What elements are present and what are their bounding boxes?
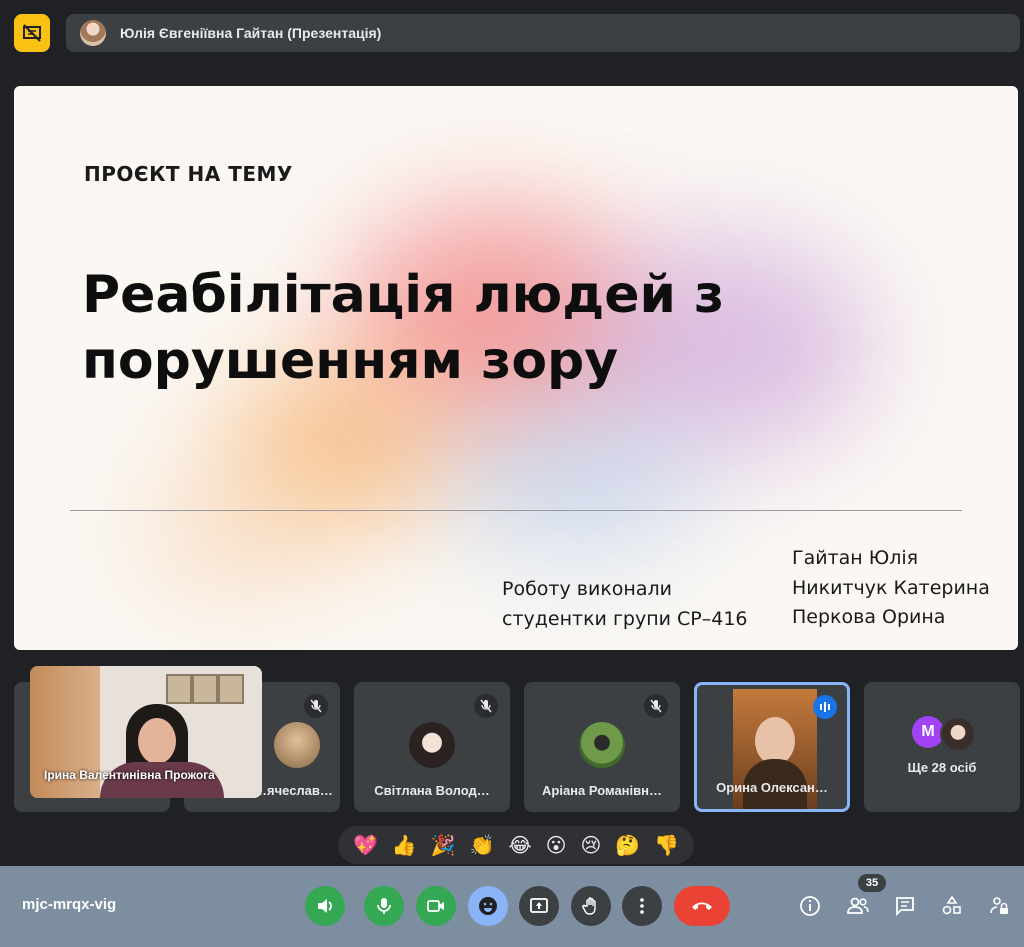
- divider: [70, 510, 962, 511]
- avatar: [409, 722, 455, 768]
- presenter-title: Юлія Євгеніївна Гайтан (Презентація): [120, 25, 382, 41]
- reaction-thumbs-up[interactable]: 👍: [392, 833, 417, 857]
- bottom-control-bar: mjc-mrqx-vig 35: [0, 866, 1024, 947]
- participant-name: Світлана Волод…: [374, 783, 490, 798]
- participant-name: Орина Олексан…: [716, 780, 828, 795]
- raise-hand-button[interactable]: [571, 886, 611, 926]
- reaction-clap[interactable]: 👏: [470, 833, 495, 857]
- people-icon: [847, 897, 869, 914]
- author: Никитчук Катерина: [792, 576, 990, 599]
- chat-button[interactable]: [887, 888, 923, 924]
- hang-up-icon: [692, 902, 712, 910]
- microphone-icon: [377, 898, 391, 914]
- host-controls-button[interactable]: [982, 888, 1018, 924]
- activities-icon: [942, 895, 961, 915]
- chat-icon: [896, 897, 914, 917]
- lock-person-icon: [990, 897, 1008, 914]
- reaction-thinking[interactable]: 🤔: [615, 833, 640, 857]
- participant-tile-speaking[interactable]: Орина Олексан…: [694, 682, 850, 812]
- mic-off-icon: [474, 694, 498, 718]
- avatar: [274, 722, 320, 768]
- info-icon: [800, 896, 820, 916]
- presentation-indicator[interactable]: [14, 14, 50, 52]
- present-screen-icon: [530, 898, 548, 913]
- more-vert-icon: [640, 898, 644, 914]
- done-by-line-2: студентки групи СР–416: [502, 608, 748, 630]
- reaction-laugh[interactable]: 😂: [508, 833, 531, 857]
- slide-eyebrow: ПРОЄКТ НА ТЕМУ: [84, 162, 293, 186]
- reaction-thumbs-down[interactable]: 👎: [654, 833, 679, 857]
- leave-call-button[interactable]: [674, 886, 730, 926]
- meeting-code: mjc-mrqx-vig: [22, 896, 117, 913]
- microphone-button[interactable]: [364, 886, 404, 926]
- participant-tile[interactable]: Світлана Волод…: [354, 682, 510, 812]
- slide-title: Реабілітація людей з порушенням зору: [82, 265, 725, 391]
- present-screen-button[interactable]: [519, 886, 559, 926]
- avatar: [579, 722, 625, 768]
- participant-name: …ячеслав…: [254, 783, 333, 798]
- author: Гайтан Юлія: [792, 547, 919, 569]
- mic-off-icon: [304, 694, 328, 718]
- people-button[interactable]: [840, 888, 876, 924]
- participant-name: Аріана Романівн…: [542, 783, 662, 798]
- presentation-off-icon: [23, 24, 41, 42]
- reactions-button[interactable]: [468, 886, 508, 926]
- more-participants-label: Ще 28 осіб: [907, 760, 977, 775]
- mic-off-icon: [644, 694, 668, 718]
- author: Перкова Орина: [792, 606, 946, 628]
- reaction-surprised[interactable]: 😮: [546, 833, 567, 857]
- participant-tile[interactable]: Аріана Романівн…: [524, 682, 680, 812]
- speaker-icon: [318, 899, 332, 913]
- presenter-bar: Юлія Євгеніївна Гайтан (Презентація): [66, 14, 1020, 52]
- hand-icon: [582, 897, 596, 915]
- reaction-party[interactable]: 🎉: [431, 833, 456, 857]
- avatar: [80, 20, 106, 46]
- camera-icon: [427, 900, 444, 912]
- camera-button[interactable]: [416, 886, 456, 926]
- avatar: [940, 716, 976, 752]
- meeting-info-button[interactable]: [792, 888, 828, 924]
- self-view[interactable]: Ірина Валентинівна Прожога: [30, 666, 262, 798]
- reactions-bar: 💖 👍 🎉 👏 😂 😮 😢 🤔 👎: [338, 826, 694, 864]
- presentation-slide: ПРОЄКТ НА ТЕМУ Реабілітація людей з пору…: [14, 86, 1018, 650]
- authors-list: Гайтан Юлія Никитчук Катерина Перкова Ор…: [792, 544, 990, 633]
- speaker-button[interactable]: [305, 886, 345, 926]
- activities-button[interactable]: [934, 888, 970, 924]
- reaction-sad[interactable]: 😢: [580, 833, 601, 857]
- done-by-text: Роботу виконали студентки групи СР–416: [502, 574, 748, 634]
- emoji-icon: [479, 897, 497, 915]
- reaction-sparkling-heart[interactable]: 💖: [353, 833, 378, 857]
- speaking-icon: [813, 695, 837, 719]
- done-by-line-1: Роботу виконали: [502, 578, 672, 600]
- more-participants-tile[interactable]: M Ще 28 осіб: [864, 682, 1020, 812]
- self-name: Ірина Валентинівна Прожога: [44, 768, 215, 782]
- more-options-button[interactable]: [622, 886, 662, 926]
